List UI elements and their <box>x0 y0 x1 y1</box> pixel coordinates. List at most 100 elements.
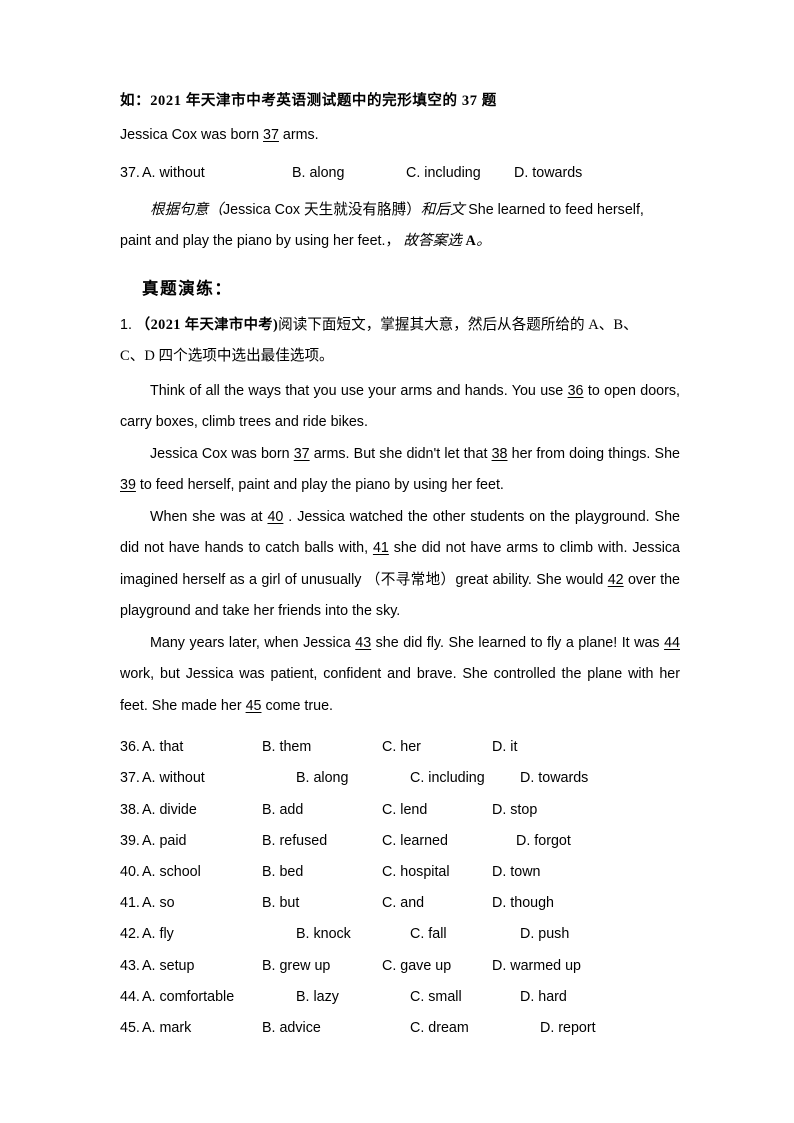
passage-paragraph-4-text-0: Many years later, when Jessica <box>150 634 356 651</box>
option-d-41[interactable]: D. though <box>492 888 554 919</box>
option-row-41: 41. A. so B. but C. and D. though <box>120 888 680 919</box>
passage-paragraph-1: Think of all the ways that you use your … <box>120 376 680 439</box>
passage-blank-43[interactable]: 43 <box>355 635 371 651</box>
example-option-row: 37. A. without B. along C. including D. … <box>120 158 680 189</box>
passage-blank-37[interactable]: 37 <box>294 446 310 462</box>
option-row-36: 36. A. that B. them C. her D. it <box>120 732 680 763</box>
explanation-cn-2: 天生就没有胳膊） <box>304 201 421 218</box>
option-c-41[interactable]: C. and <box>382 888 424 919</box>
option-a-39[interactable]: A. paid <box>142 826 187 857</box>
option-b-38[interactable]: B. add <box>262 795 303 826</box>
option-c-45[interactable]: C. dream <box>410 1013 469 1044</box>
passage-blank-40[interactable]: 40 <box>267 509 283 525</box>
question1-source: （2021 年天津市中考) <box>135 316 279 333</box>
option-c-37[interactable]: C. including <box>410 763 485 794</box>
explanation-paragraph-2: paint and play the piano by using her fe… <box>120 226 680 258</box>
passage-blank-44[interactable]: 44 <box>664 635 680 651</box>
option-number-44: 44. <box>120 988 140 1005</box>
option-d-43[interactable]: D. warmed up <box>492 951 581 982</box>
option-d-44[interactable]: D. hard <box>520 982 567 1013</box>
passage-blank-41[interactable]: 41 <box>373 540 389 556</box>
option-c-39[interactable]: C. learned <box>382 826 448 857</box>
option-row-44: 44. A. comfortable B. lazy C. small D. hard <box>120 982 680 1013</box>
option-number-36: 36. <box>120 739 140 756</box>
passage-paragraph-3: When she was at 40 . Jessica watched the… <box>120 502 680 628</box>
option-number-38: 38. <box>120 801 140 818</box>
option-d-39[interactable]: D. forgot <box>516 826 571 857</box>
passage-paragraph-4-text-6: come true. <box>261 697 333 714</box>
option-a-44[interactable]: A. comfortable <box>142 982 234 1013</box>
option-c-44[interactable]: C. small <box>410 982 462 1013</box>
example-option-a[interactable]: A. without <box>142 158 205 189</box>
passage-blank-39[interactable]: 39 <box>120 477 136 493</box>
option-a-40[interactable]: A. school <box>142 857 201 888</box>
option-row-37: 37. A. without B. along C. including D. towa… <box>120 763 680 794</box>
option-a-37[interactable]: A. without <box>142 763 205 794</box>
option-number-40: 40. <box>120 863 140 880</box>
option-number-43: 43. <box>120 957 140 974</box>
option-b-44[interactable]: B. lazy <box>296 982 339 1013</box>
option-d-42[interactable]: D. push <box>520 919 569 950</box>
passage: Think of all the ways that you use your … <box>120 376 680 723</box>
option-b-40[interactable]: B. bed <box>262 857 303 888</box>
passage-paragraph-3-text-6: great ability. She would <box>455 571 608 588</box>
option-d-36[interactable]: D. it <box>492 732 517 763</box>
option-a-42[interactable]: A. fly <box>142 919 174 950</box>
option-b-39[interactable]: B. refused <box>262 826 327 857</box>
passage-paragraph-4-text-2: she did fly. She learned to fly a plane!… <box>371 634 665 651</box>
example-sentence: Jessica Cox was born 37 arms. <box>120 120 680 152</box>
example-option-b[interactable]: B. along <box>292 158 344 189</box>
passage-blank-45[interactable]: 45 <box>246 698 262 714</box>
option-row-43: 43. A. setup B. grew up C. gave up D. warmed… <box>120 951 680 982</box>
option-b-42[interactable]: B. knock <box>296 919 351 950</box>
option-c-40[interactable]: C. hospital <box>382 857 450 888</box>
option-c-38[interactable]: C. lend <box>382 795 427 826</box>
explanation-en-3: paint and play the piano by using her fe… <box>120 233 400 250</box>
example-sentence-blank: 37 <box>263 127 279 143</box>
practice-heading: 真题演练： <box>142 278 233 298</box>
option-number-42: 42. <box>120 926 140 943</box>
passage-paragraph-2-text-0: Jessica Cox was born <box>150 445 294 462</box>
passage-paragraph-2-text-6: to feed herself, paint and play the pian… <box>135 477 504 494</box>
explanation-en-2: She learned to feed herself, <box>468 201 644 218</box>
document-page: 如：2021 年天津市中考英语测试题中的完形填空的 37 题 Jessica C… <box>0 0 794 1123</box>
option-b-41[interactable]: B. but <box>262 888 299 919</box>
option-a-43[interactable]: A. setup <box>142 951 194 982</box>
option-number-41: 41. <box>120 895 140 912</box>
option-d-37[interactable]: D. towards <box>520 763 588 794</box>
option-b-36[interactable]: B. them <box>262 732 311 763</box>
question1-number: 1. <box>120 316 132 333</box>
option-b-37[interactable]: B. along <box>296 763 348 794</box>
option-a-45[interactable]: A. mark <box>142 1013 191 1044</box>
example-option-c[interactable]: C. including <box>406 158 481 189</box>
question1-instruction-2: C、D 四个选项中选出最佳选项。 <box>120 341 680 372</box>
explanation-en-1: Jessica Cox <box>222 201 305 218</box>
question1-instruction-line2: C、D 四个选项中选出最佳选项。 <box>120 347 334 364</box>
option-b-45[interactable]: B. advice <box>262 1013 321 1044</box>
option-c-36[interactable]: C. her <box>382 732 421 763</box>
passage-paragraph-3-cn-5: （不寻常地） <box>365 571 456 588</box>
option-c-42[interactable]: C. fall <box>410 919 447 950</box>
passage-paragraph-4-text-4: work, but Jessica was patient, confident… <box>120 666 680 714</box>
option-a-36[interactable]: A. that <box>142 732 183 763</box>
passage-blank-36[interactable]: 36 <box>568 383 584 399</box>
passage-blank-38[interactable]: 38 <box>492 446 508 462</box>
explanation-answer: A <box>465 233 477 250</box>
explanation-cn-1: 根据句意（ <box>150 201 223 218</box>
option-row-40: 40. A. school B. bed C. hospital D. town <box>120 857 680 888</box>
option-b-43[interactable]: B. grew up <box>262 951 330 982</box>
explanation-cn-3: 和后文 <box>420 201 469 218</box>
option-c-43[interactable]: C. gave up <box>382 951 451 982</box>
example-sentence-pre: Jessica Cox was born <box>120 127 264 143</box>
option-row-38: 38. A. divide B. add C. lend D. stop <box>120 795 680 826</box>
option-d-40[interactable]: D. town <box>492 857 540 888</box>
passage-blank-42[interactable]: 42 <box>608 572 624 588</box>
explanation-paragraph: 根据句意（Jessica Cox 天生就没有胳膊）和后文 She learned… <box>120 195 680 227</box>
option-d-38[interactable]: D. stop <box>492 795 537 826</box>
option-row-39: 39. A. paid B. refused C. learned D. forgot <box>120 826 680 857</box>
option-a-38[interactable]: A. divide <box>142 795 197 826</box>
option-d-45[interactable]: D. report <box>540 1013 596 1044</box>
option-a-41[interactable]: A. so <box>142 888 175 919</box>
option-number-37: 37. <box>120 770 140 787</box>
example-option-d[interactable]: D. towards <box>514 158 582 189</box>
